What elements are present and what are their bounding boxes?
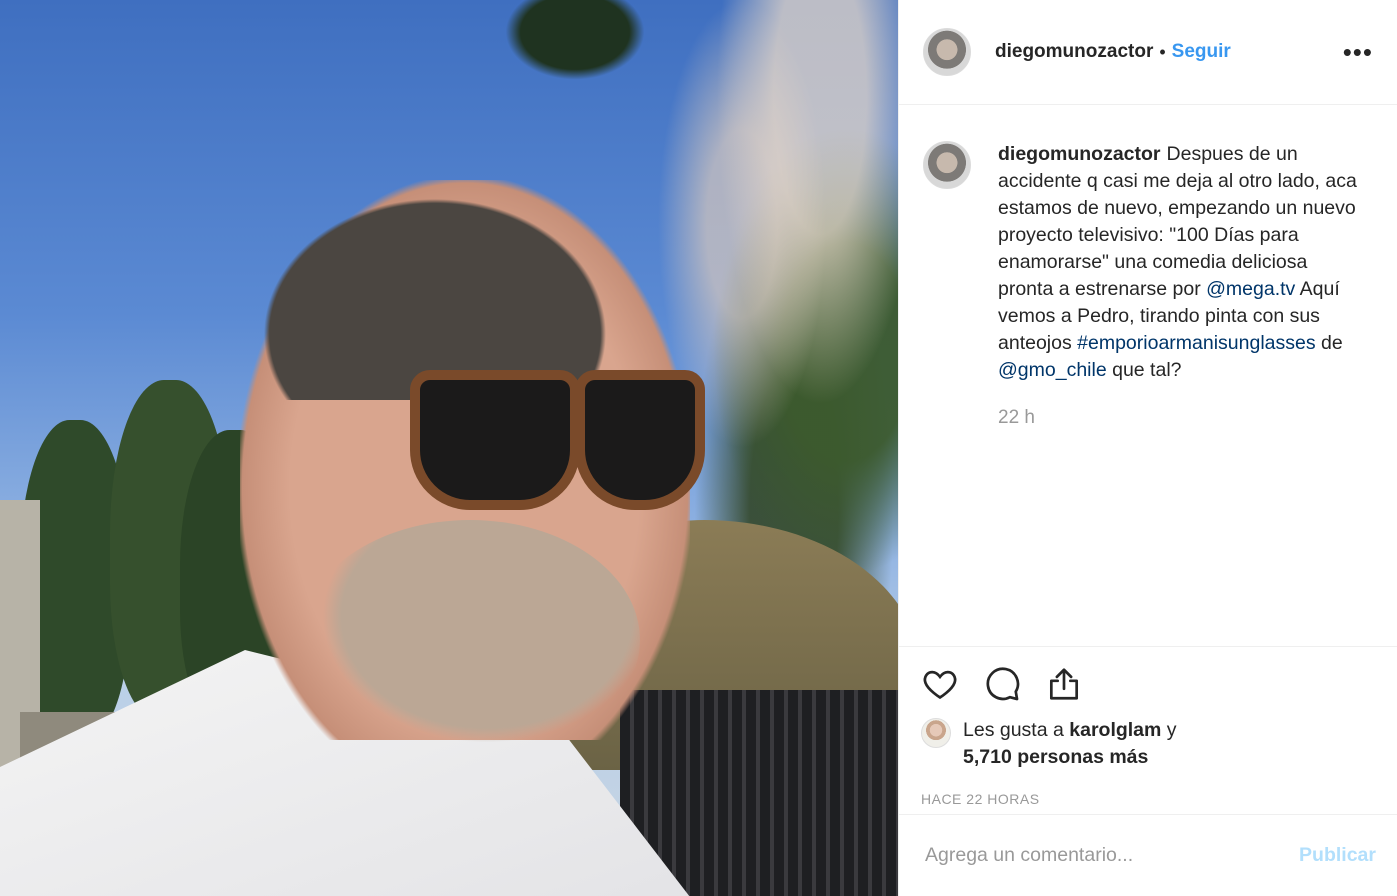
caption-author-avatar[interactable] [923, 141, 971, 189]
hashtag-link[interactable]: #emporioarmanisunglasses [1077, 332, 1315, 354]
author-username[interactable]: diegomunozactor [995, 41, 1153, 63]
likes-text: Les gusta a karolglam y 5,710 personas m… [963, 717, 1177, 771]
instagram-post-modal: diegomunozactor • Seguir ••• diegomunoza… [0, 0, 1397, 896]
comment-input[interactable] [923, 843, 1300, 868]
caption-text: diegomunozactor Despues de un accidente q… [998, 141, 1368, 384]
mention-link-mega[interactable]: @mega.tv [1206, 278, 1295, 300]
post-time-ago[interactable]: HACE 22 HORAS [921, 791, 1376, 807]
sunglasses-lens-left [410, 370, 580, 510]
post-header: diegomunozactor • Seguir ••• [899, 0, 1397, 105]
comment-icon[interactable] [983, 665, 1021, 703]
caption-intro: Despues de un accidente q casi me deja a… [998, 143, 1357, 300]
photo-sunglasses [300, 370, 705, 510]
sunglasses-lens-right [575, 370, 705, 510]
caption-comment: diegomunozactor Despues de un accidente q… [899, 105, 1397, 384]
photo-beard [300, 520, 640, 760]
caption-de: de [1321, 332, 1343, 354]
follow-button[interactable]: Seguir [1172, 41, 1231, 63]
post-side-panel: diegomunozactor • Seguir ••• diegomunoza… [898, 0, 1397, 896]
action-icons [921, 665, 1376, 703]
photo-hair [240, 180, 630, 400]
likes-prefix: Les gusta a [963, 719, 1064, 741]
mention-link-gmo[interactable]: @gmo_chile [998, 359, 1107, 381]
author-avatar[interactable] [923, 28, 971, 76]
caption-end: que tal? [1112, 359, 1182, 381]
photo-foliage [505, 0, 645, 80]
publish-button[interactable]: Publicar [1299, 844, 1376, 867]
post-photo[interactable] [0, 0, 898, 896]
caption-timestamp[interactable]: 22 h [998, 407, 1397, 429]
likes-summary: Les gusta a karolglam y 5,710 personas m… [921, 717, 1376, 771]
share-icon[interactable] [1045, 665, 1083, 703]
likes-others-count[interactable]: 5,710 personas más [963, 746, 1148, 768]
follow-separator: • [1159, 41, 1166, 62]
more-options-icon[interactable]: ••• [1343, 39, 1373, 65]
liker-username[interactable]: karolglam [1069, 719, 1161, 741]
caption-username[interactable]: diegomunozactor [998, 143, 1161, 165]
post-actions: Les gusta a karolglam y 5,710 personas m… [899, 646, 1397, 807]
heart-icon[interactable] [921, 665, 959, 703]
likes-conjunction: y [1166, 719, 1177, 741]
liker-avatar[interactable] [921, 718, 951, 748]
add-comment-bar: Publicar [899, 814, 1397, 896]
